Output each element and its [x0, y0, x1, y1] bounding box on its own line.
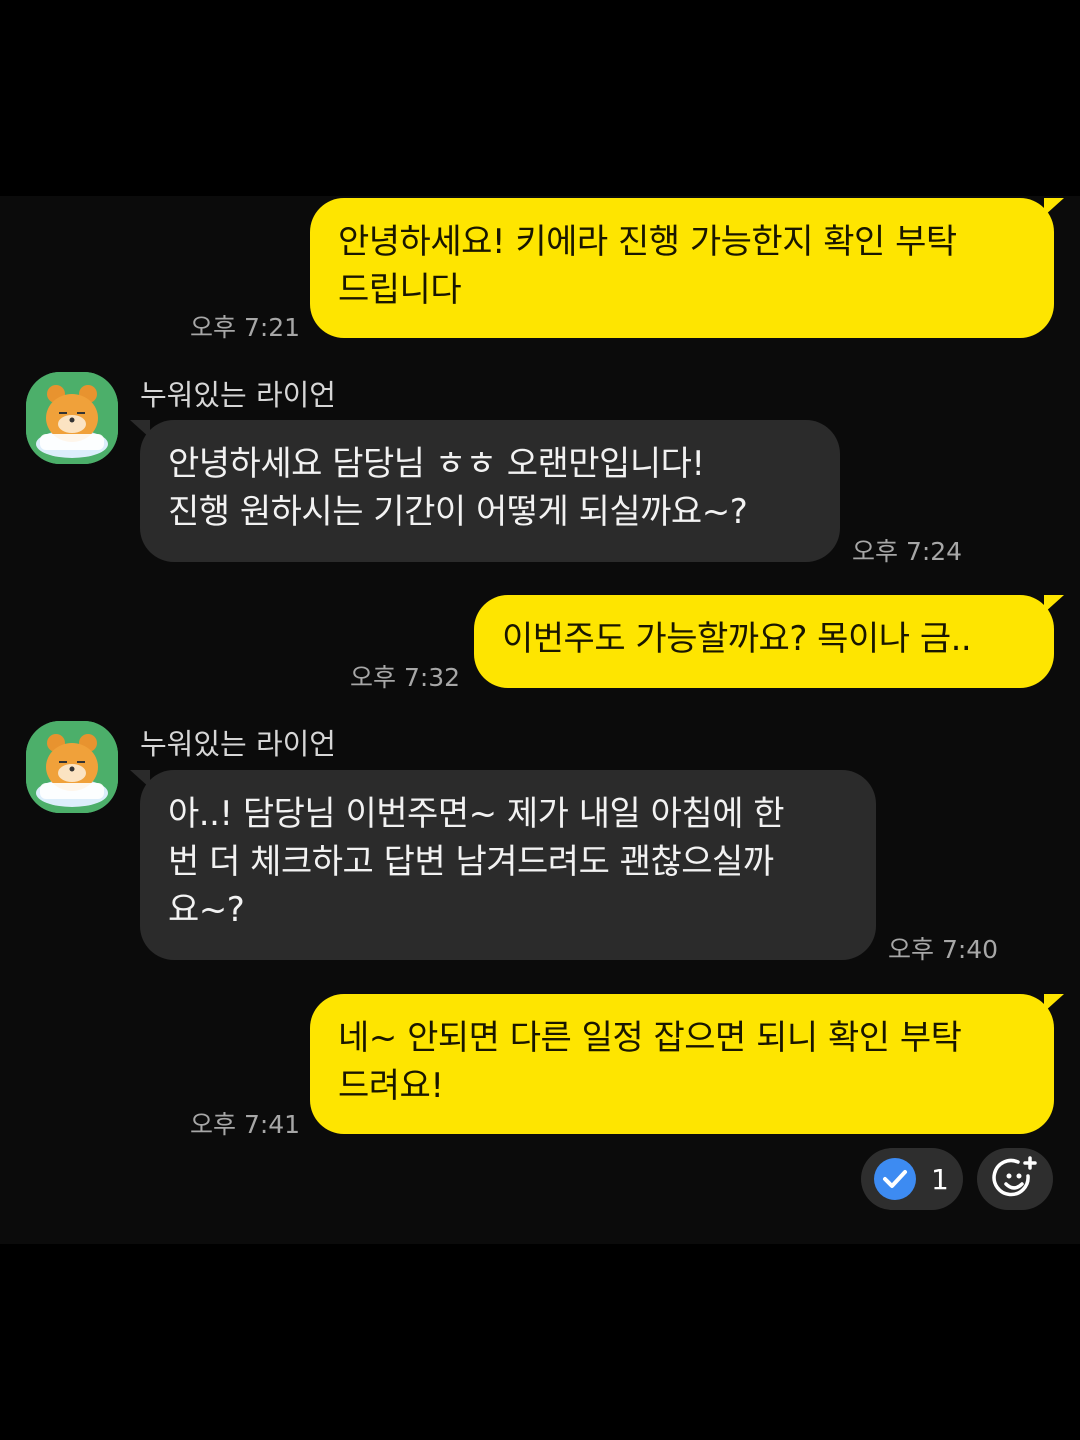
message-time: 오후 7:32 — [350, 663, 461, 692]
avatar[interactable] — [26, 372, 118, 464]
message-time: 오후 7:21 — [190, 313, 301, 342]
message-time: 오후 7:41 — [190, 1110, 301, 1139]
outgoing-message[interactable]: 네~ 안되면 다른 일정 잡으면 되니 확인 부탁 드려요! — [310, 994, 1064, 1134]
outgoing-message[interactable]: 이번주도 가능할까요? 목이나 금.. — [474, 595, 1064, 688]
reaction-badge[interactable]: 1 — [861, 1148, 963, 1210]
check-icon — [874, 1158, 916, 1200]
sender-name: 누워있는 라이언 — [140, 378, 336, 412]
message-time: 오후 7:40 — [888, 935, 999, 964]
incoming-message[interactable]: 아..! 담당님 이번주면~ 제가 내일 아침에 한 번 더 체크하고 답변 남… — [130, 770, 876, 960]
lion-avatar-icon — [26, 372, 118, 464]
incoming-message[interactable]: 안녕하세요 담당님 ㅎㅎ 오랜만입니다! 진행 원하시는 기간이 어떻게 되실까… — [130, 420, 840, 562]
outgoing-message[interactable]: 안녕하세요! 키에라 진행 가능한지 확인 부탁 드립니다 — [310, 198, 1064, 338]
sender-name: 누워있는 라이언 — [140, 727, 336, 761]
lion-avatar-icon — [26, 721, 118, 813]
reaction-count: 1 — [931, 1162, 949, 1196]
add-emoji-icon — [992, 1156, 1037, 1197]
message-time: 오후 7:24 — [852, 537, 963, 566]
avatar[interactable] — [26, 721, 118, 813]
add-reaction-button[interactable] — [977, 1148, 1053, 1210]
